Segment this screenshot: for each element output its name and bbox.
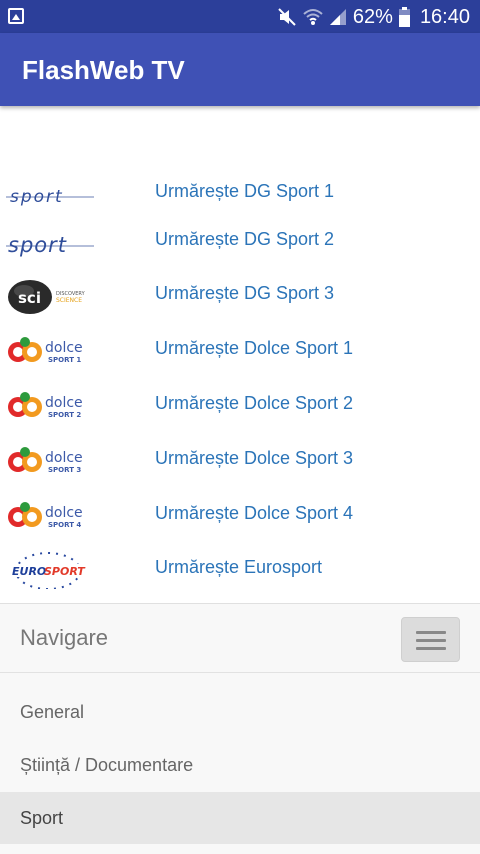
battery-percent: 62%	[352, 5, 393, 28]
channel-link[interactable]: Urmărește Dolce Sport 4	[155, 503, 353, 524]
menu-bar	[416, 639, 446, 642]
channel-link[interactable]: Urmărește DG Sport 1	[155, 181, 334, 202]
dolce-sport-1-logo-icon: dolce SPORT 1	[8, 337, 83, 364]
channel-link[interactable]: Urmărește Dolce Sport 1	[155, 338, 353, 359]
sport-logo-icon: sport	[6, 233, 94, 257]
dolce-sport-3-logo-icon: dolce SPORT 3	[8, 447, 83, 474]
dolce-sport-2-logo-icon: dolce SPORT 2	[8, 392, 83, 419]
navigation-header: Navigare	[0, 604, 480, 673]
channel-link[interactable]: Urmărește Eurosport	[155, 557, 322, 578]
channel-item[interactable]: dolce SPORT 2 Urmărește Dolce Sport 2	[0, 380, 480, 430]
sci-discovery-science-logo-icon: sci DISCOVERY SCIENCE	[8, 280, 86, 314]
svg-text:dolce: dolce	[45, 395, 83, 411]
nav-item-sport[interactable]: Sport	[0, 792, 480, 844]
svg-text:sport: sport	[8, 233, 67, 257]
channel-link[interactable]: Urmărește DG Sport 3	[155, 283, 334, 304]
channel-item[interactable]: sport Urmărește DG Sport 1	[0, 168, 480, 218]
svg-text:dolce: dolce	[45, 505, 83, 521]
svg-text:sci: sci	[18, 289, 41, 307]
nav-item-label: Știință / Documentare	[20, 755, 194, 775]
app-title: FlashWeb TV	[22, 55, 185, 85]
navigation-heading: Navigare	[20, 625, 109, 650]
mute-icon	[278, 8, 296, 26]
svg-text:SPORT: SPORT	[44, 565, 86, 578]
eurosport-logo-icon: EURO SPORT	[10, 552, 88, 589]
svg-text:dolce: dolce	[45, 340, 83, 356]
clock: 16:40	[419, 5, 470, 28]
channel-link[interactable]: Urmărește Dolce Sport 2	[155, 393, 353, 414]
sport-logo-icon: sport	[6, 187, 94, 207]
signal-icon	[329, 9, 346, 25]
nav-item-general[interactable]: General	[0, 686, 480, 738]
hamburger-menu-icon[interactable]	[401, 617, 460, 662]
nav-item-label: General	[20, 702, 85, 722]
channel-item[interactable]: EURO SPORT Urmărește Eurosport	[0, 544, 480, 594]
gallery-icon	[8, 8, 24, 24]
channel-item[interactable]: sci DISCOVERY SCIENCE Urmărește DG Sport…	[0, 270, 480, 320]
menu-bar	[416, 631, 446, 634]
navigation-panel: Navigare General Știință / Documentare S…	[0, 603, 480, 854]
nav-item-stiinta-documentare[interactable]: Știință / Documentare	[0, 739, 480, 791]
svg-text:EURO: EURO	[12, 565, 46, 578]
channel-item[interactable]: dolce SPORT 1 Urmărește Dolce Sport 1	[0, 325, 480, 375]
svg-text:SCIENCE: SCIENCE	[56, 297, 82, 304]
logo-caption: SPORT 4	[48, 521, 81, 529]
logo-caption: SPORT 3	[48, 466, 81, 474]
dolce-sport-4-logo-icon: dolce SPORT 4	[8, 502, 83, 529]
svg-text:sport: sport	[10, 187, 64, 207]
channel-item[interactable]: dolce SPORT 4 Urmărește Dolce Sport 4	[0, 490, 480, 540]
wifi-icon	[303, 9, 323, 25]
logo-caption: SPORT 1	[48, 356, 81, 364]
app-bar: FlashWeb TV	[0, 33, 480, 106]
status-bar: 62% 16:40	[0, 0, 480, 33]
channel-item[interactable]: dolce SPORT 3 Urmărește Dolce Sport 3	[0, 435, 480, 485]
nav-item-label: Sport	[20, 808, 64, 828]
battery-icon	[398, 7, 410, 27]
channel-item[interactable]: sport Urmărește DG Sport 2	[0, 216, 480, 266]
channel-link[interactable]: Urmărește DG Sport 2	[155, 229, 334, 250]
logo-caption: SPORT 2	[48, 411, 81, 419]
channel-link[interactable]: Urmărește Dolce Sport 3	[155, 448, 353, 469]
status-icons: 62% 16:40	[277, 4, 470, 30]
svg-text:dolce: dolce	[45, 450, 83, 466]
menu-bar	[416, 647, 446, 650]
